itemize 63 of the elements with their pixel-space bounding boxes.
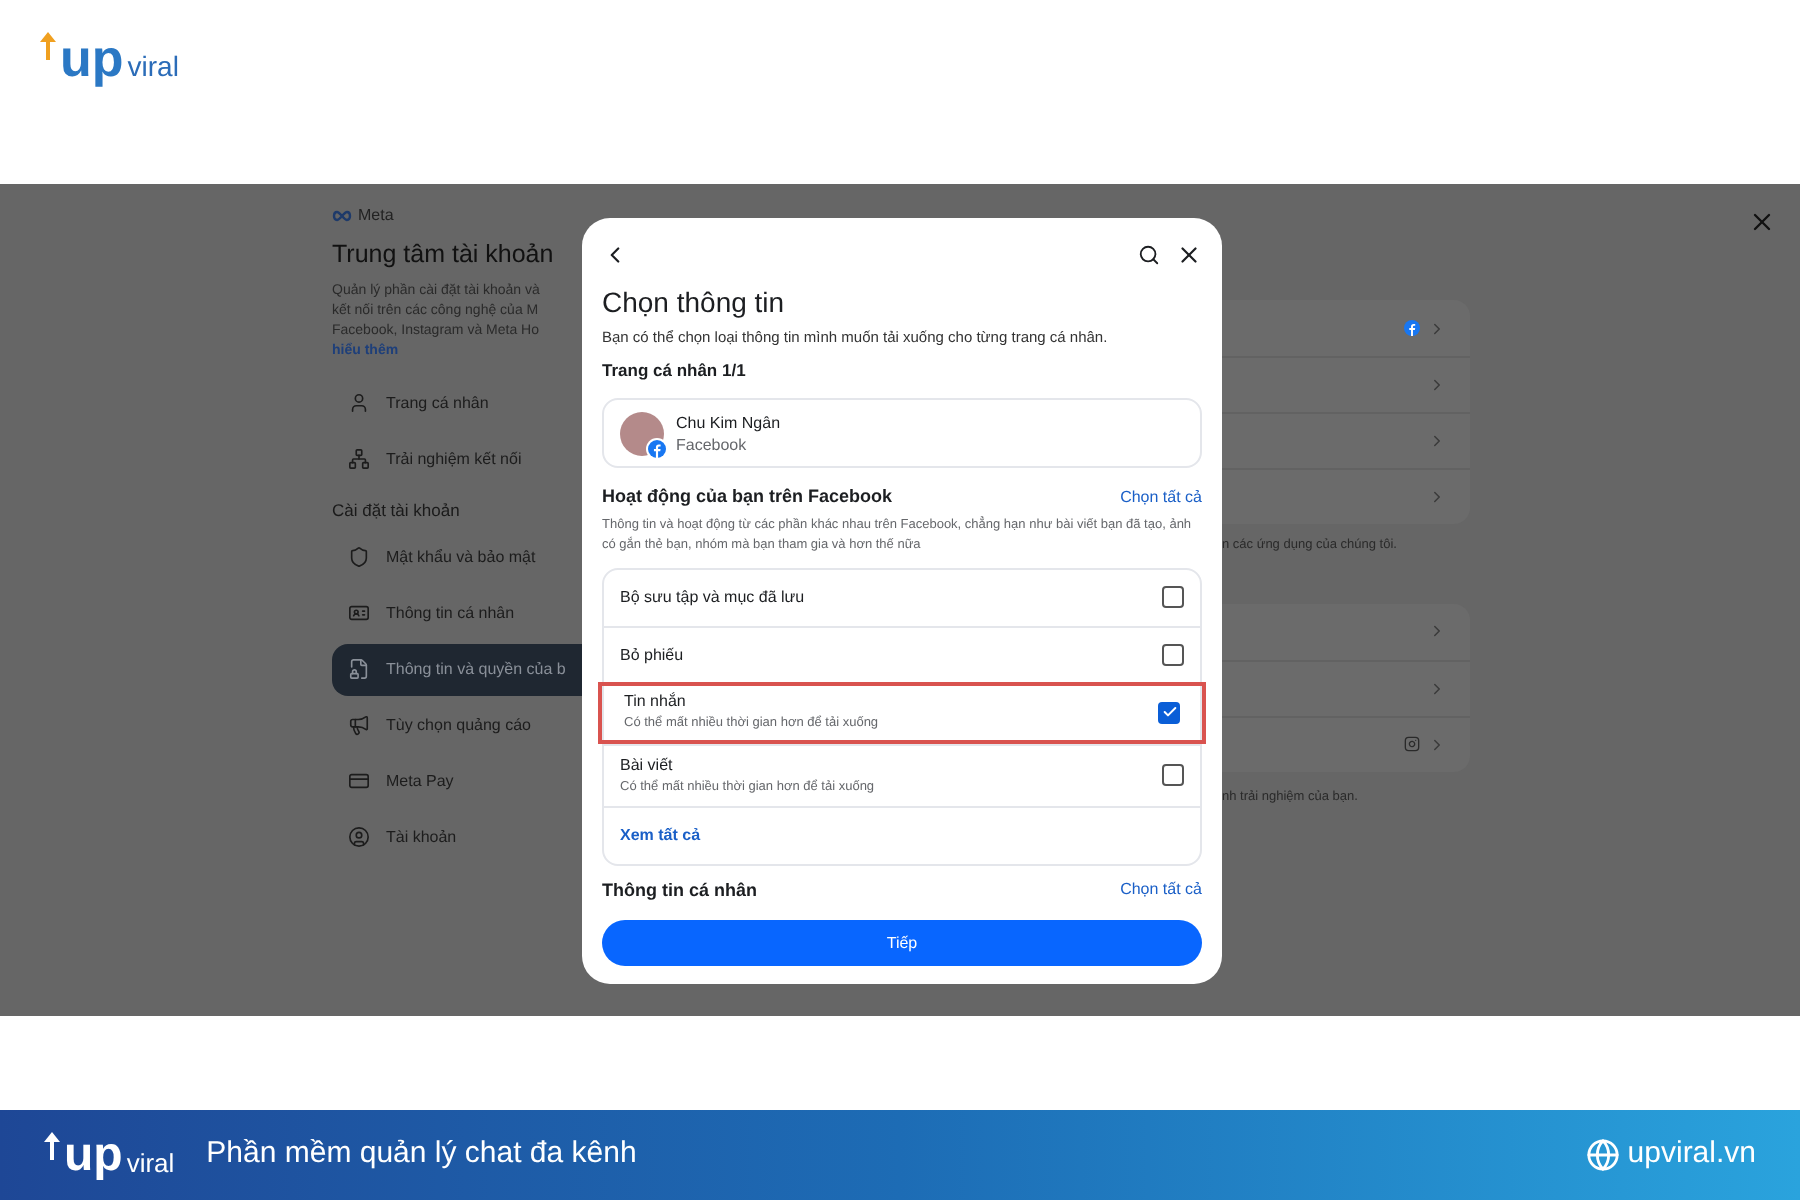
facebook-icon bbox=[1404, 320, 1420, 336]
chevron-icon bbox=[1428, 432, 1446, 450]
infinity-icon bbox=[332, 210, 352, 222]
menu-icon bbox=[348, 392, 370, 415]
logo-mark: up bbox=[60, 32, 124, 84]
tagline: Phần mềm quản lý chat đa kênh bbox=[206, 1134, 637, 1175]
option-title: Tin nhắn bbox=[624, 690, 688, 712]
close-icon[interactable] bbox=[1176, 241, 1202, 267]
sidebar-item[interactable]: Tùy chọn quảng cáo bbox=[332, 699, 582, 751]
logo-text: viral bbox=[127, 52, 179, 80]
next-button[interactable]: Tiếp bbox=[602, 920, 1202, 966]
arrow-icon bbox=[40, 32, 56, 60]
checkbox[interactable] bbox=[1162, 586, 1184, 608]
logo-text: viral bbox=[126, 1149, 175, 1175]
globe-icon bbox=[1585, 1138, 1620, 1172]
option-title: Bộ sưu tập và mục đã lưu bbox=[620, 586, 807, 608]
option-title: Bỏ phiếu bbox=[620, 643, 686, 665]
chevron-icon bbox=[1428, 622, 1446, 641]
sidebar-item[interactable]: Trang cá nhân bbox=[332, 377, 582, 430]
checkbox[interactable] bbox=[1162, 643, 1184, 665]
option-row[interactable]: Bộ sưu tập và mục đã lưu bbox=[604, 569, 1200, 625]
section-title: Hoạt động của bạn trên Facebook bbox=[602, 484, 893, 510]
menu-icon bbox=[348, 770, 370, 792]
sidebar-item[interactable]: Tài khoản bbox=[332, 811, 582, 863]
sidebar-item[interactable]: Thông tin và quyền của b bbox=[332, 643, 582, 695]
select-all-link[interactable]: Chọn tất cả bbox=[1120, 878, 1202, 903]
sidebar-item[interactable]: Trải nghiệm kết nối bbox=[332, 433, 582, 486]
menu-icon bbox=[348, 658, 370, 680]
logo-mark: up bbox=[64, 1131, 123, 1179]
profile-count: Trang cá nhân 1/1 bbox=[602, 358, 748, 384]
profile-platform: Facebook bbox=[676, 433, 749, 455]
page-title: Trung tâm tài khoản bbox=[332, 238, 556, 272]
sidebar-item[interactable]: Meta Pay bbox=[332, 755, 582, 807]
see-all-link[interactable]: Xem tất cả bbox=[620, 823, 701, 847]
section-title: Thông tin cá nhân bbox=[602, 877, 757, 904]
dialog-title: Chọn thông tin bbox=[602, 284, 787, 320]
profile-card[interactable]: Chu Kim Ngân Facebook bbox=[602, 398, 1202, 468]
chevron-icon bbox=[1428, 735, 1446, 754]
website-link[interactable]: upviral.vn bbox=[1627, 1132, 1756, 1178]
option-row[interactable]: Bỏ phiếu bbox=[604, 625, 1200, 681]
checkbox[interactable] bbox=[1158, 701, 1180, 723]
arrow-icon bbox=[44, 1131, 60, 1159]
check-icon bbox=[1161, 704, 1177, 720]
menu-icon bbox=[348, 714, 370, 736]
app-icon bbox=[1404, 736, 1420, 753]
chevron-icon bbox=[1428, 488, 1446, 506]
sidebar-item[interactable]: Thông tin cá nhân bbox=[332, 587, 582, 639]
profile-name: Chu Kim Ngân bbox=[676, 411, 781, 433]
facebook-icon bbox=[648, 439, 666, 457]
menu-icon bbox=[348, 826, 370, 848]
menu-icon bbox=[348, 448, 370, 471]
chevron-icon bbox=[1428, 319, 1446, 337]
chevron-icon bbox=[1428, 679, 1446, 698]
search-icon[interactable] bbox=[1138, 243, 1160, 265]
section-title: Cài đặt tài khoản bbox=[332, 497, 462, 523]
chevron-icon bbox=[1428, 376, 1446, 394]
option-title: Bài viết bbox=[620, 753, 675, 775]
menu-icon bbox=[348, 546, 370, 568]
brand-name: Meta bbox=[358, 204, 394, 228]
sidebar-item[interactable]: Mật khẩu và bảo mật bbox=[332, 531, 582, 583]
menu-icon bbox=[348, 602, 370, 624]
select-all-link[interactable]: Chọn tất cả bbox=[1120, 485, 1202, 510]
checkbox[interactable] bbox=[1162, 764, 1184, 786]
